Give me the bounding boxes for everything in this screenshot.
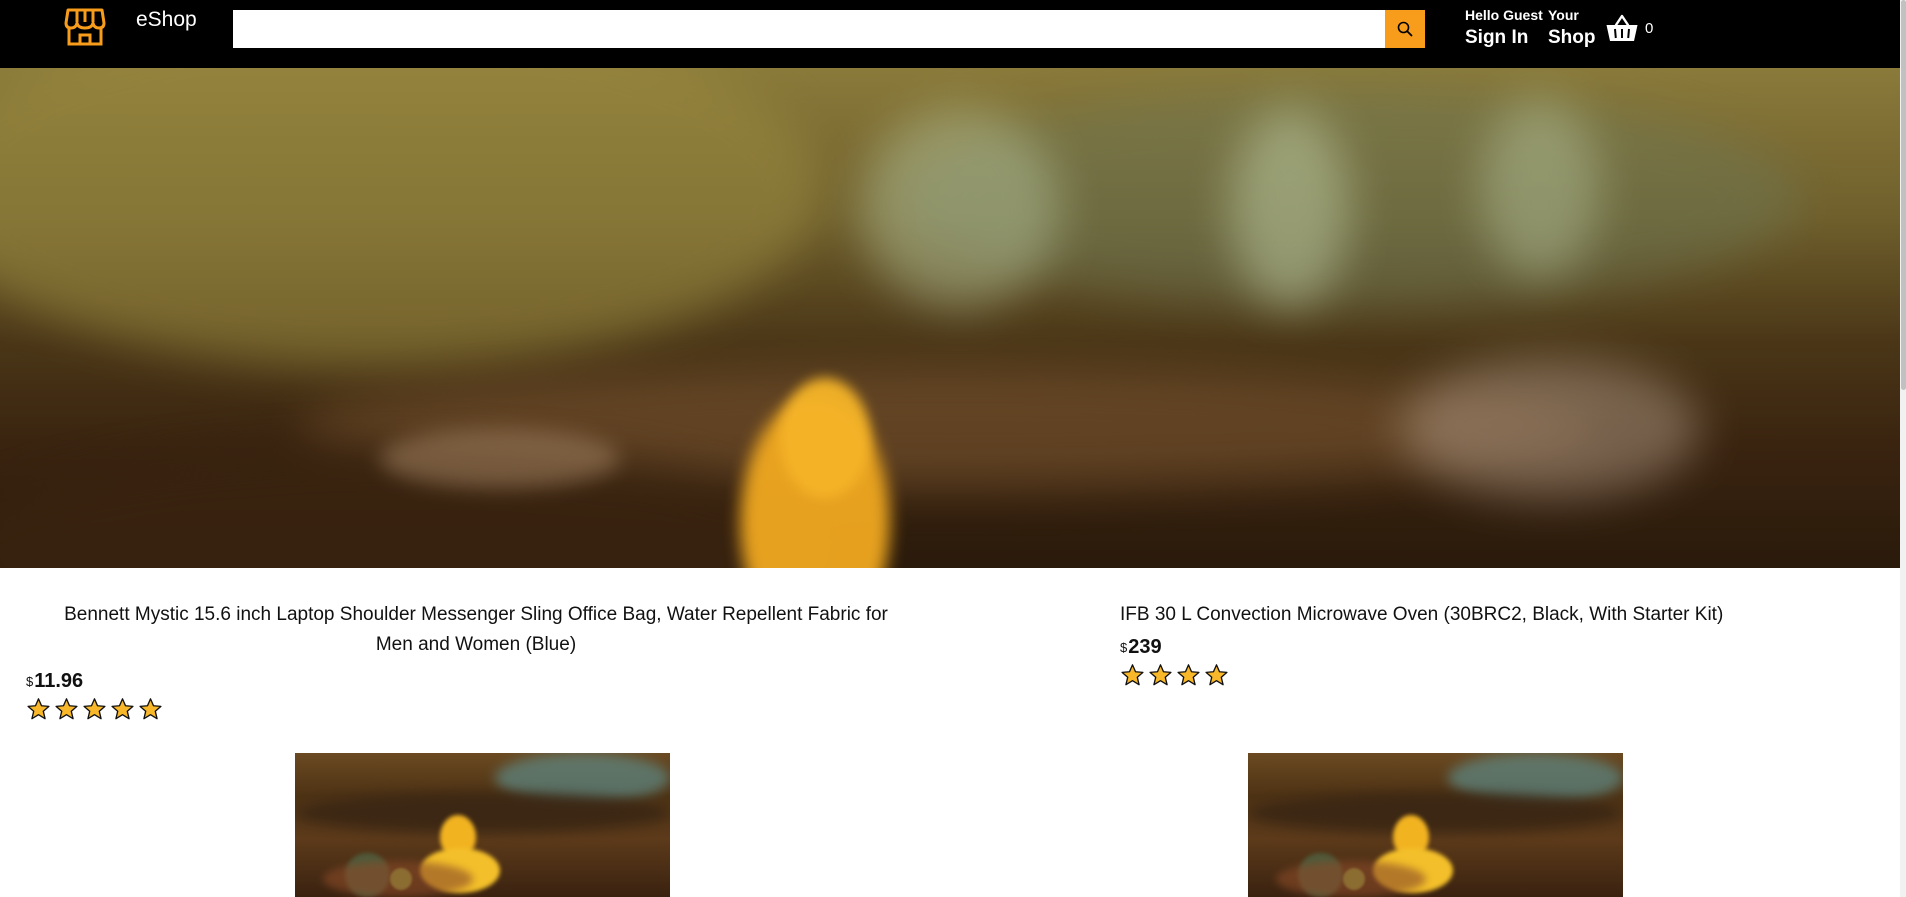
sign-in-link[interactable]: Hello Guest Sign In xyxy=(1465,7,1543,50)
brand-name[interactable]: eShop xyxy=(136,8,197,32)
star-icon xyxy=(55,698,78,720)
product-card[interactable]: Bennett Mystic 15.6 inch Laptop Shoulder… xyxy=(26,600,926,722)
currency-symbol: $ xyxy=(1120,640,1128,655)
store-logo-icon[interactable] xyxy=(64,7,106,47)
star-icon xyxy=(1121,664,1144,686)
product-rating xyxy=(26,697,926,722)
greeting-text: Hello Guest xyxy=(1465,7,1543,23)
product-price: $239 xyxy=(1120,636,1820,659)
star-icon xyxy=(1205,664,1228,686)
cart-count: 0 xyxy=(1645,20,1654,37)
star-icon xyxy=(111,698,134,720)
search-bar xyxy=(233,10,1425,48)
price-value: 239 xyxy=(1128,636,1162,658)
price-value: 11.96 xyxy=(34,670,84,692)
star-icon xyxy=(27,698,50,720)
sign-in-label: Sign In xyxy=(1465,27,1529,48)
product-image[interactable] xyxy=(1248,753,1623,897)
search-input[interactable] xyxy=(233,10,1385,48)
product-title[interactable]: IFB 30 L Convection Microwave Oven (30BR… xyxy=(1120,600,1820,630)
star-icon xyxy=(83,698,106,720)
basket-icon[interactable] xyxy=(1605,13,1639,43)
vertical-scrollbar[interactable] xyxy=(1900,0,1906,897)
product-rating xyxy=(1120,663,1820,688)
search-button[interactable] xyxy=(1385,10,1425,48)
shop-label: Shop xyxy=(1548,27,1596,48)
hero-banner-image xyxy=(0,68,1900,568)
product-price: $11.96 xyxy=(26,670,926,693)
product-image[interactable] xyxy=(295,753,670,897)
star-icon xyxy=(1177,664,1200,686)
star-icon xyxy=(1149,664,1172,686)
top-navbar: eShop Hello Guest Sign In Your Shop 0 xyxy=(0,0,1900,68)
scrollbar-thumb[interactable] xyxy=(1901,0,1906,390)
product-card[interactable]: IFB 30 L Convection Microwave Oven (30BR… xyxy=(1120,600,1820,688)
product-title[interactable]: Bennett Mystic 15.6 inch Laptop Shoulder… xyxy=(26,600,926,660)
your-shop-link[interactable]: Your Shop xyxy=(1548,7,1596,50)
your-text: Your xyxy=(1548,7,1579,23)
currency-symbol: $ xyxy=(26,674,34,689)
star-icon xyxy=(139,698,162,720)
search-icon xyxy=(1397,21,1413,37)
